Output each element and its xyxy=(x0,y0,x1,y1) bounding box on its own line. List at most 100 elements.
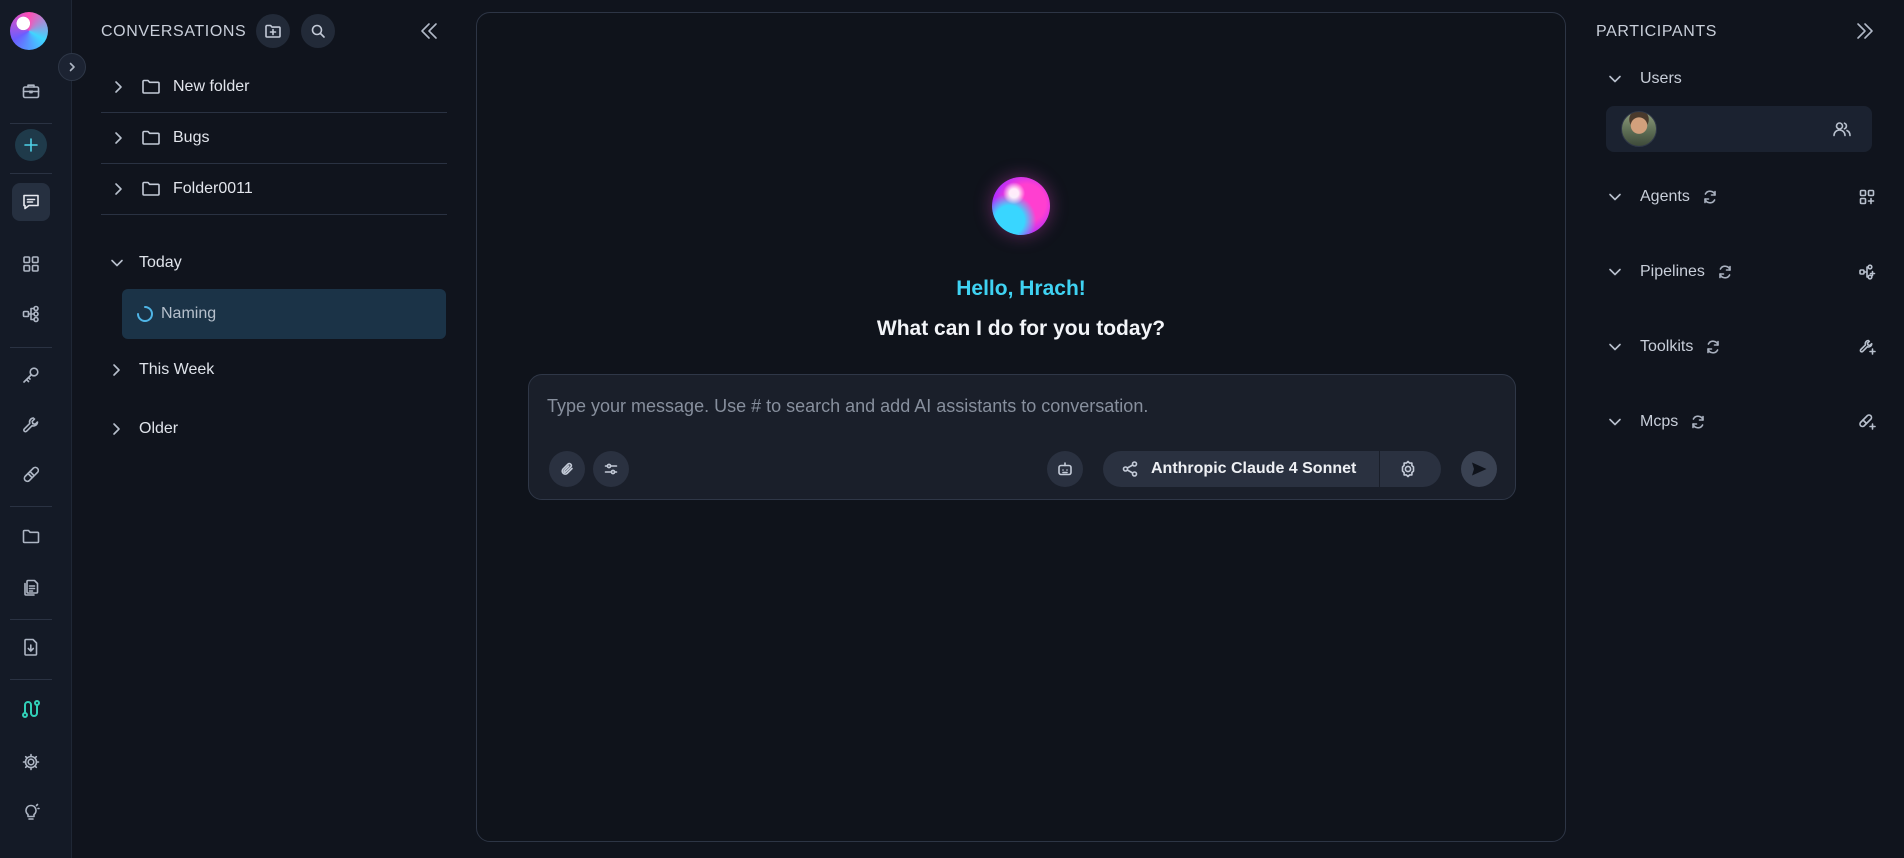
group-label: Today xyxy=(139,254,182,271)
section-toolkits[interactable]: Toolkits xyxy=(1606,334,1876,360)
file-download-icon[interactable] xyxy=(12,628,50,666)
folder-icon[interactable] xyxy=(12,517,50,555)
section-label: Toolkits xyxy=(1640,338,1694,355)
section-users[interactable]: Users xyxy=(1606,66,1876,92)
briefcase-icon[interactable] xyxy=(12,72,50,110)
assistant-button[interactable] xyxy=(1047,451,1083,487)
folder-label: Folder0011 xyxy=(173,180,253,197)
add-toolkit-icon[interactable] xyxy=(1858,338,1876,356)
refresh-icon[interactable] xyxy=(1705,339,1721,355)
paperclip-icon xyxy=(561,462,573,475)
pill-icon[interactable] xyxy=(12,455,50,493)
conversation-item[interactable]: Naming xyxy=(122,289,446,339)
sliders-icon xyxy=(604,463,618,475)
chevrons-right-icon xyxy=(1857,23,1873,39)
refresh-icon[interactable] xyxy=(1717,264,1733,280)
bulb-icon[interactable] xyxy=(12,793,50,831)
add-agent-icon[interactable] xyxy=(1858,188,1876,206)
gear-icon[interactable] xyxy=(12,743,50,781)
folder-icon xyxy=(142,130,160,145)
group-older[interactable]: Older xyxy=(101,414,447,444)
greeting-question: What can I do for you today? xyxy=(876,317,1166,340)
chevron-down-icon xyxy=(111,259,123,267)
participants-title: PARTICIPANTS xyxy=(1596,23,1717,40)
chevron-down-icon xyxy=(1609,75,1621,83)
grid-icon[interactable] xyxy=(12,245,50,283)
new-folder-button[interactable] xyxy=(256,14,290,48)
users-group-icon[interactable] xyxy=(1832,120,1852,138)
chevron-right-icon xyxy=(115,81,122,93)
robot-icon xyxy=(1058,462,1072,476)
flow-icon[interactable] xyxy=(12,295,50,333)
conversations-panel: CONVERSATIONS New folder Bugs Folder0011… xyxy=(72,0,462,858)
section-pipelines[interactable]: Pipelines xyxy=(1606,259,1876,285)
chevron-right-icon xyxy=(115,132,122,144)
chat-main: Hello, Hrach! What can I do for you toda… xyxy=(476,12,1566,842)
add-pipeline-icon[interactable] xyxy=(1858,263,1876,281)
model-selector[interactable]: Anthropic Claude 4 Sonnet xyxy=(1103,451,1441,487)
chevron-right-icon xyxy=(115,183,122,195)
folder-label: Bugs xyxy=(173,129,210,146)
settings-icon[interactable] xyxy=(1398,459,1418,479)
pill-divider xyxy=(1379,451,1380,487)
folder-label: New folder xyxy=(173,78,250,95)
user-card[interactable] xyxy=(1606,106,1872,152)
section-label: Mcps xyxy=(1640,413,1679,430)
refresh-icon[interactable] xyxy=(1690,414,1706,430)
chevron-down-icon xyxy=(1609,268,1621,276)
rail-divider xyxy=(10,347,52,348)
add-mcp-icon[interactable] xyxy=(1858,413,1876,431)
group-label: Older xyxy=(139,420,179,437)
folder-icon xyxy=(142,181,160,196)
key-icon[interactable] xyxy=(12,356,50,394)
rail-divider xyxy=(10,619,52,620)
chevron-down-icon xyxy=(1609,418,1621,426)
send-button[interactable] xyxy=(1461,451,1497,487)
rail-divider xyxy=(10,679,52,680)
message-input[interactable] xyxy=(547,391,1487,421)
folder-plus-icon xyxy=(265,24,281,38)
refresh-icon[interactable] xyxy=(1702,189,1718,205)
participants-panel: PARTICIPANTS Users Agents Pipelines Tool… xyxy=(1582,0,1904,858)
documents-icon[interactable] xyxy=(12,568,50,606)
wrench-icon[interactable] xyxy=(12,406,50,444)
section-mcps[interactable]: Mcps xyxy=(1606,409,1876,435)
avatar xyxy=(1621,111,1657,147)
group-label: This Week xyxy=(139,361,215,378)
greeting: Hello, Hrach! xyxy=(956,277,1086,300)
chevron-down-icon xyxy=(1609,193,1621,201)
chat-icon[interactable] xyxy=(12,183,50,221)
section-label: Agents xyxy=(1640,188,1690,205)
chevron-right-icon xyxy=(113,364,120,376)
folder-row[interactable]: New folder xyxy=(101,62,447,113)
route-icon[interactable] xyxy=(12,690,50,728)
folder-row[interactable]: Folder0011 xyxy=(101,164,447,215)
chevron-right-icon xyxy=(113,423,120,435)
chevron-down-icon xyxy=(1609,343,1621,351)
conversation-label: Naming xyxy=(161,305,217,322)
chevrons-left-icon xyxy=(421,23,437,39)
left-rail xyxy=(0,0,72,858)
collapse-conversations-button[interactable] xyxy=(418,21,440,41)
section-label: Pipelines xyxy=(1640,263,1705,280)
assistant-orb-logo xyxy=(992,177,1050,235)
options-button[interactable] xyxy=(593,451,629,487)
plus-icon[interactable] xyxy=(15,129,47,161)
expand-sidebar-button[interactable] xyxy=(58,53,86,81)
group-today[interactable]: Today xyxy=(101,248,447,278)
collapse-participants-button[interactable] xyxy=(1854,21,1876,41)
folder-icon xyxy=(142,79,160,94)
conversations-title: CONVERSATIONS xyxy=(101,23,247,40)
group-this-week[interactable]: This Week xyxy=(101,355,447,385)
send-icon xyxy=(1472,462,1487,476)
rail-divider xyxy=(10,506,52,507)
app-logo[interactable] xyxy=(10,12,48,50)
section-agents[interactable]: Agents xyxy=(1606,184,1876,210)
message-composer: Anthropic Claude 4 Sonnet xyxy=(528,374,1516,500)
search-conversations-button[interactable] xyxy=(301,14,335,48)
folder-row[interactable]: Bugs xyxy=(101,113,447,164)
attach-button[interactable] xyxy=(549,451,585,487)
search-icon xyxy=(311,24,325,38)
loading-spinner-icon xyxy=(137,306,153,322)
section-label: Users xyxy=(1640,70,1682,87)
